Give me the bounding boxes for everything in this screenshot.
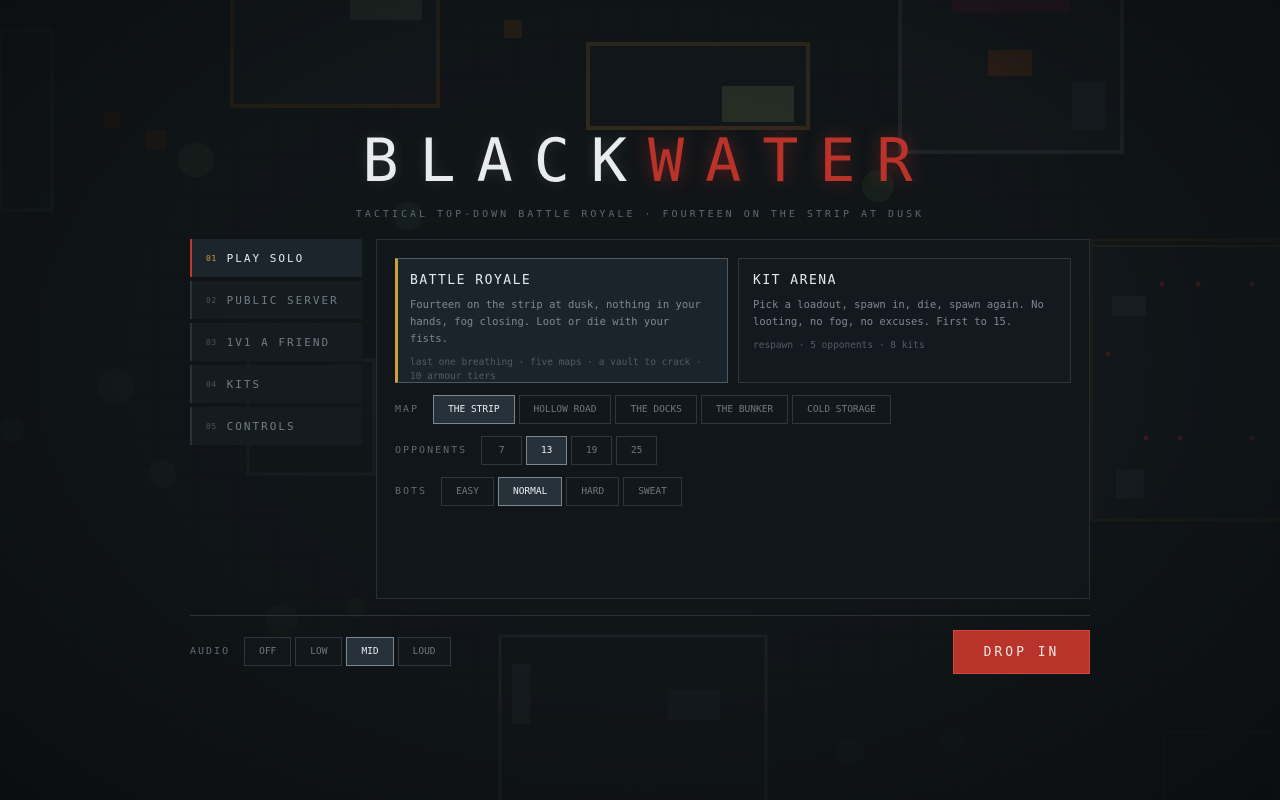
title-black: BLACK bbox=[362, 126, 648, 196]
bots-selector: BOTS EASY NORMAL HARD SWEAT bbox=[395, 477, 686, 506]
audio-selector: AUDIO OFF LOW MID LOUD bbox=[190, 637, 455, 666]
menu-item-number: 04 bbox=[206, 379, 217, 389]
title-water: WATER bbox=[648, 126, 934, 196]
audio-option-loud[interactable]: LOUD bbox=[397, 637, 451, 666]
menu-item-play-solo[interactable]: 01 PLAY SOLO bbox=[190, 239, 362, 277]
map-selector: MAP THE STRIP HOLLOW ROAD THE DOCKS THE … bbox=[395, 395, 895, 424]
bots-option-normal[interactable]: NORMAL bbox=[497, 477, 563, 506]
audio-label: AUDIO bbox=[190, 646, 231, 657]
opponents-option-19[interactable]: 19 bbox=[571, 436, 613, 465]
menu-item-kits[interactable]: 04 KITS bbox=[190, 365, 362, 403]
opponents-option-13[interactable]: 13 bbox=[526, 436, 568, 465]
menu-item-number: 01 bbox=[206, 253, 217, 263]
opponents-option-25[interactable]: 25 bbox=[616, 436, 658, 465]
game-subtitle: TACTICAL TOP-DOWN BATTLE ROYALE · FOURTE… bbox=[355, 209, 925, 220]
mode-meta: last one breathing · five maps · a vault… bbox=[410, 357, 702, 382]
mode-description: Pick a loadout, spawn in, die, spawn aga… bbox=[753, 299, 1044, 328]
map-label: MAP bbox=[395, 404, 420, 415]
opponents-selector: OPPONENTS 7 13 19 25 bbox=[395, 436, 661, 465]
map-option-the-bunker[interactable]: THE BUNKER bbox=[700, 395, 789, 424]
bots-option-hard[interactable]: HARD bbox=[566, 477, 620, 506]
drop-in-button[interactable]: DROP IN bbox=[953, 630, 1090, 674]
audio-option-low[interactable]: LOW bbox=[295, 637, 343, 666]
bottom-divider bbox=[190, 615, 1090, 616]
bots-label: BOTS bbox=[395, 486, 428, 497]
bots-option-easy[interactable]: EASY bbox=[441, 477, 494, 506]
map-option-cold-storage[interactable]: COLD STORAGE bbox=[792, 395, 891, 424]
map-option-the-docks[interactable]: THE DOCKS bbox=[615, 395, 697, 424]
menu-item-label: CONTROLS bbox=[226, 419, 296, 433]
menu-item-1v1-friend[interactable]: 03 1V1 A FRIEND bbox=[190, 323, 362, 361]
main-menu: 01 PLAY SOLO 02 PUBLIC SERVER 03 1V1 A FRIE… bbox=[190, 239, 362, 449]
menu-item-number: 02 bbox=[206, 295, 217, 305]
mode-meta: respawn · 5 opponents · 8 kits bbox=[753, 340, 925, 351]
menu-item-public-server[interactable]: 02 PUBLIC SERVER bbox=[190, 281, 362, 319]
menu-item-label: PUBLIC SERVER bbox=[226, 293, 339, 307]
menu-item-label: KITS bbox=[226, 377, 262, 391]
menu-item-number: 05 bbox=[206, 421, 217, 431]
opponents-label: OPPONENTS bbox=[395, 445, 468, 456]
mode-card-battle-royale[interactable]: BATTLE ROYALE Fourteen on the strip at d… bbox=[395, 258, 728, 383]
mode-description: Fourteen on the strip at dusk, nothing i… bbox=[410, 299, 701, 345]
mode-title: BATTLE ROYALE bbox=[410, 273, 532, 288]
mode-title: KIT ARENA bbox=[753, 273, 837, 288]
opponents-option-7[interactable]: 7 bbox=[481, 436, 523, 465]
map-option-hollow-road[interactable]: HOLLOW ROAD bbox=[518, 395, 612, 424]
audio-option-mid[interactable]: MID bbox=[346, 637, 394, 666]
menu-item-number: 03 bbox=[206, 337, 217, 347]
menu-item-label: 1V1 A FRIEND bbox=[226, 335, 331, 349]
game-title: BLACKWATER bbox=[0, 126, 1280, 196]
map-option-the-strip[interactable]: THE STRIP bbox=[433, 395, 515, 424]
audio-option-off[interactable]: OFF bbox=[244, 637, 292, 666]
mode-panel: BATTLE ROYALE Fourteen on the strip at d… bbox=[376, 239, 1090, 599]
mode-card-kit-arena[interactable]: KIT ARENA Pick a loadout, spawn in, die,… bbox=[738, 258, 1071, 383]
bots-option-sweat[interactable]: SWEAT bbox=[623, 477, 682, 506]
menu-item-label: PLAY SOLO bbox=[226, 251, 305, 265]
menu-item-controls[interactable]: 05 CONTROLS bbox=[190, 407, 362, 445]
